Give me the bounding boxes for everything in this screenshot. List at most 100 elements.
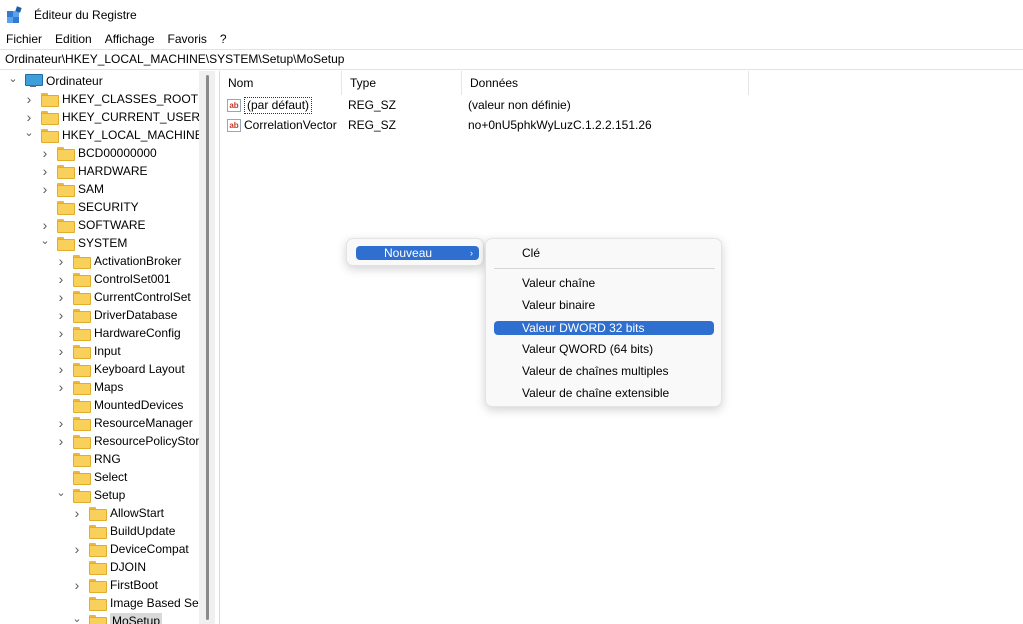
computer-icon [25,74,43,88]
column-header-type[interactable]: Type [342,71,462,95]
folder-icon [89,543,107,557]
folder-icon [73,489,91,503]
tree-item[interactable]: MountedDevices [55,396,183,414]
menu-item-nouveau-label: Nouveau [384,246,433,260]
submenu-item-valeur-binaire[interactable]: Valeur binaire [522,299,595,312]
tree-scrollbar-thumb[interactable] [206,75,209,620]
tree-item[interactable]: Image Based Setu [71,594,209,612]
value-type: REG_SZ [348,118,397,132]
chevron-right-icon[interactable]: › [71,504,83,522]
chevron-right-icon[interactable]: › [55,288,67,306]
folder-icon [73,435,91,449]
menu-help[interactable]: ? [220,30,227,48]
tree-item[interactable]: › HKEY_CURRENT_USER [23,108,200,126]
tree-item-label: Input [94,344,121,358]
tree-item[interactable]: › ActivationBroker [55,252,181,270]
tree-item[interactable]: ⌄ HKEY_LOCAL_MACHINE [23,126,203,144]
tree-item[interactable]: › HKEY_CLASSES_ROOT [23,90,198,108]
chevron-right-icon[interactable]: › [39,144,51,162]
chevron-right-icon[interactable]: › [55,432,67,450]
tree-item[interactable]: SECURITY [39,198,139,216]
tree-item[interactable]: › SOFTWARE [39,216,146,234]
chevron-right-icon[interactable]: › [71,540,83,558]
chevron-right-icon[interactable]: › [55,378,67,396]
tree-item[interactable]: › Input [55,342,121,360]
tree-item[interactable]: RNG [55,450,121,468]
value-type: REG_SZ [348,98,397,112]
folder-icon [89,507,107,521]
tree-item-label: DJOIN [110,560,146,574]
folder-icon [89,579,107,593]
tree-item-label: Maps [94,380,124,394]
chevron-right-icon[interactable]: › [55,342,67,360]
submenu-item-valeur-qword[interactable]: Valeur QWORD (64 bits) [522,343,653,356]
tree-item[interactable]: › CurrentControlSet [55,288,191,306]
folder-icon [73,399,91,413]
tree-item[interactable]: › ControlSet001 [55,270,171,288]
chevron-right-icon[interactable]: › [55,360,67,378]
chevron-right-icon[interactable]: › [55,270,67,288]
menu-edition[interactable]: Edition [55,30,92,48]
tree-item[interactable]: › Keyboard Layout [55,360,185,378]
tree-item[interactable]: › BCD00000000 [39,144,157,162]
chevron-right-icon[interactable]: › [55,324,67,342]
chevron-down-icon[interactable]: ⌄ [71,609,83,624]
column-header-nom[interactable]: Nom [220,71,342,95]
chevron-down-icon[interactable]: ⌄ [7,71,19,87]
tree-item[interactable]: ⌄ MoSetup [71,609,163,624]
submenu-item-cle[interactable]: Clé [522,247,540,260]
tree-item[interactable]: ⌄ Ordinateur [7,71,102,90]
tree-item-label: DriverDatabase [94,308,178,322]
tree-item[interactable]: ⌄ Setup [55,486,125,504]
tree-item-label: RNG [94,452,121,466]
chevron-down-icon[interactable]: ⌄ [55,483,67,501]
submenu-item-valeur-dword[interactable]: Valeur DWORD 32 bits [494,321,714,335]
menu-fichier[interactable]: Fichier [6,30,42,48]
tree-item-label: DeviceCompat [110,542,189,556]
tree-item[interactable]: › ResourceManager [55,414,193,432]
tree-item-label: BuildUpdate [110,524,176,538]
folder-icon [41,129,59,143]
tree-item[interactable]: › HARDWARE [39,162,148,180]
tree-item[interactable]: › DeviceCompat [71,540,189,558]
chevron-right-icon[interactable]: › [55,252,67,270]
menu-affichage[interactable]: Affichage [105,30,155,48]
tree-item[interactable]: › FirstBoot [71,576,158,594]
chevron-down-icon[interactable]: ⌄ [39,231,51,249]
tree-item[interactable]: › SAM [39,180,104,198]
tree-item-label: HKEY_CLASSES_ROOT [62,92,199,106]
column-header-donnees[interactable]: Données [462,71,749,95]
menu-item-nouveau[interactable]: Nouveau › [356,246,479,260]
folder-icon [89,525,107,539]
chevron-right-icon[interactable]: › [39,162,51,180]
tree-item[interactable]: › DriverDatabase [55,306,177,324]
tree-item[interactable]: BuildUpdate [71,522,175,540]
submenu-item-valeur-chaine-extensible[interactable]: Valeur de chaîne extensible [522,387,669,400]
tree-item[interactable]: › AllowStart [71,504,164,522]
submenu-item-valeur-chaine[interactable]: Valeur chaîne [522,277,595,290]
tree-item[interactable]: DJOIN [71,558,146,576]
submenu-item-valeur-chaines-multiples[interactable]: Valeur de chaînes multiples [522,365,669,378]
tree-item-label: Keyboard Layout [94,362,185,376]
menu-favoris[interactable]: Favoris [168,30,207,48]
tree-item[interactable]: › HardwareConfig [55,324,181,342]
tree-item-label: ResourceManager [94,416,193,430]
ab-string-icon: ab [227,98,241,112]
chevron-right-icon[interactable]: › [23,90,35,108]
chevron-right-icon[interactable]: › [71,576,83,594]
registry-editor-icon [7,6,23,23]
address-bar[interactable]: Ordinateur\HKEY_LOCAL_MACHINE\SYSTEM\Set… [0,49,1023,70]
value-row[interactable]: ab (par défaut) REG_SZ (valeur non défin… [220,95,1023,115]
tree-item-label: FirstBoot [110,578,159,592]
ab-string-icon: ab [227,118,241,132]
value-row[interactable]: ab CorrelationVector REG_SZ no+0nU5phkWy… [220,115,1023,135]
chevron-down-icon[interactable]: ⌄ [23,123,35,141]
chevron-right-icon[interactable]: › [55,306,67,324]
tree-item[interactable]: ⌄ SYSTEM [39,234,127,252]
tree-item[interactable]: › Maps [55,378,123,396]
chevron-right-icon[interactable]: › [55,414,67,432]
chevron-right-icon[interactable]: › [39,180,51,198]
tree-item[interactable]: › ResourcePolicyStore [55,432,206,450]
